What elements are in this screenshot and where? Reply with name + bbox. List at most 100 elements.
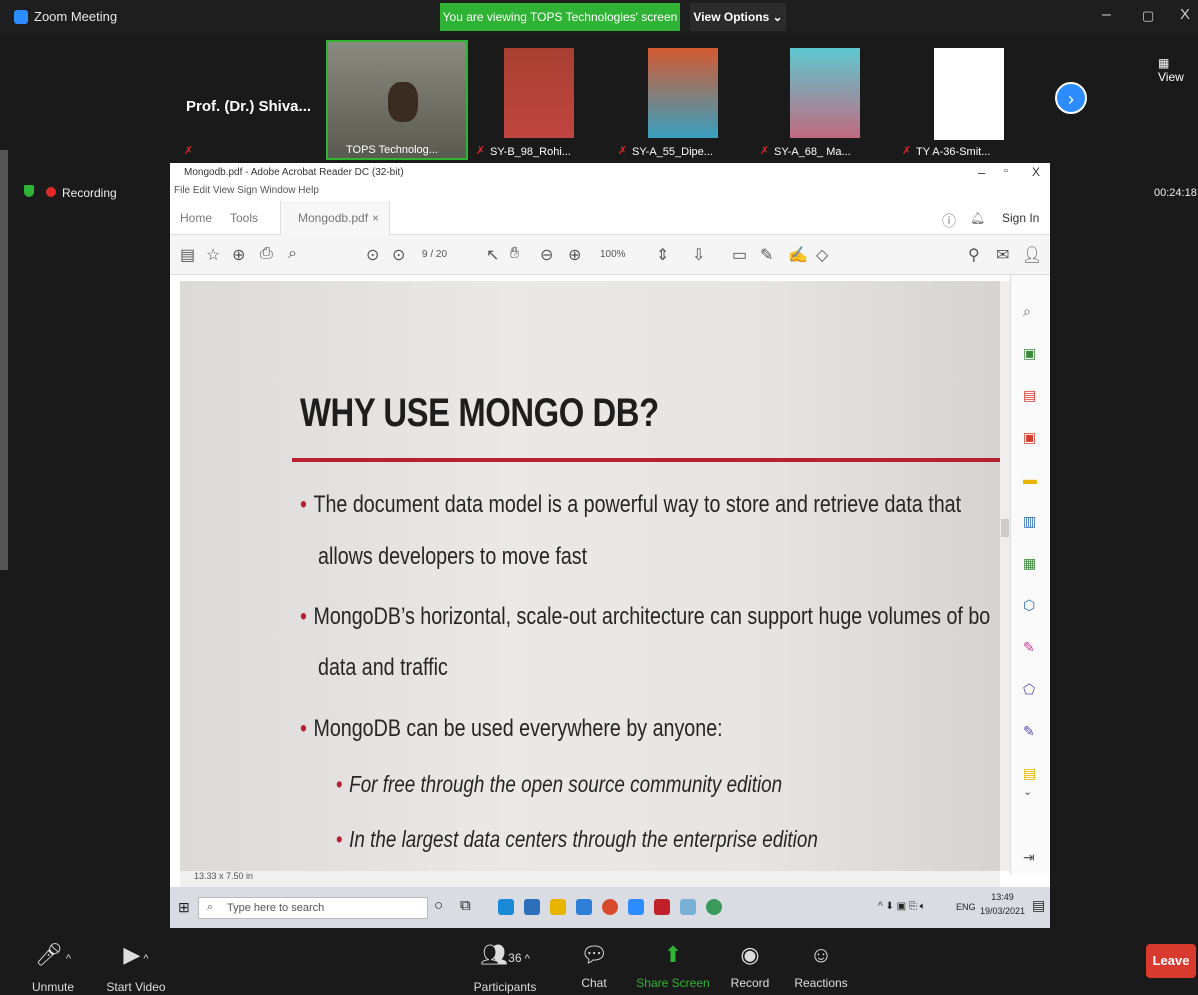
page-up-icon[interactable]: ⊙: [366, 245, 379, 265]
search-icon: ⌕: [207, 901, 214, 913]
print-icon[interactable]: ⎙: [260, 245, 273, 263]
zoom-taskbar-icon[interactable]: [628, 899, 644, 915]
next-participants-button[interactable]: ›: [1055, 82, 1087, 114]
participant-avatar: [504, 48, 574, 138]
acrobat-maximize-icon[interactable]: ▫: [1004, 165, 1008, 177]
fill-sign-icon[interactable]: ✎: [1023, 639, 1035, 656]
share-link-icon[interactable]: ⚲: [968, 245, 980, 265]
compress-icon[interactable]: ▦: [1023, 555, 1036, 572]
scroll-mode-icon[interactable]: ⇩: [692, 245, 705, 265]
chat-button[interactable]: 💬︎ Chat: [574, 942, 614, 990]
sign-in-link[interactable]: Sign In: [1002, 211, 1039, 225]
acrobat-taskbar-icon[interactable]: [654, 899, 670, 915]
shared-screen[interactable]: Mongodb.pdf - Adobe Acrobat Reader DC (3…: [170, 163, 1050, 928]
task-view-icon[interactable]: ⧉: [460, 897, 471, 914]
acrobat-close-icon[interactable]: X: [1032, 165, 1040, 179]
left-scroll-rail[interactable]: [0, 150, 8, 570]
edge-icon[interactable]: [498, 899, 514, 915]
reactions-button[interactable]: ☺ Reactions: [792, 942, 850, 990]
stamp-tool-icon[interactable]: ▤: [1023, 765, 1036, 782]
create-pdf-icon[interactable]: ▣: [1023, 429, 1036, 446]
acrobat-minimize-icon[interactable]: –: [978, 165, 985, 180]
comment-tool-icon[interactable]: ▬: [1023, 471, 1037, 487]
leave-button[interactable]: Leave: [1146, 944, 1196, 978]
acrobat-tools-panel: ⌕ ▣ ▤ ▣ ▬ ▥ ▦ ⬡ ✎ ⬠ ✎ ▤ ⌄ ⇥: [1010, 275, 1050, 875]
tab-close-icon[interactable]: ×: [372, 211, 379, 225]
page-down-icon[interactable]: ⊙: [392, 245, 405, 265]
chrome-icon[interactable]: [602, 899, 618, 915]
tab-tools[interactable]: Tools: [230, 211, 258, 225]
cortana-icon[interactable]: ○: [434, 897, 443, 914]
comment-icon[interactable]: ▭: [732, 245, 747, 265]
participant-tile[interactable]: ✗ SY-B_98_Rohi...: [472, 40, 612, 160]
file-explorer-icon[interactable]: [550, 899, 566, 915]
app2-taskbar-icon[interactable]: [706, 899, 722, 915]
shield-tool-icon[interactable]: ⬠: [1023, 681, 1035, 698]
participant-label: TOPS Technolog...: [346, 144, 438, 156]
recording-indicator[interactable]: Recording: [24, 185, 117, 200]
bell-icon[interactable]: 🔔︎: [970, 211, 985, 225]
taskbar-search-input[interactable]: ⌕ Type here to search: [198, 897, 428, 919]
recording-label: Recording: [62, 186, 117, 200]
zoom-level-select[interactable]: 100%: [600, 249, 626, 260]
share-screen-button[interactable]: ⬆ Share Screen: [636, 942, 710, 990]
view-options-button[interactable]: View Options ⌄: [690, 3, 786, 31]
organize-pages-icon[interactable]: ▤: [1023, 387, 1036, 404]
app-taskbar-icon[interactable]: [680, 899, 696, 915]
page-indicator[interactable]: 9 / 20: [422, 249, 447, 260]
chevron-down-icon[interactable]: ⌄: [1023, 785, 1032, 798]
minimize-icon[interactable]: –: [1102, 6, 1111, 24]
collapse-panel-icon[interactable]: ⇥: [1023, 849, 1035, 866]
hand-icon[interactable]: ✋︎: [510, 245, 519, 263]
language-indicator[interactable]: ENG: [956, 902, 976, 912]
taskbar-clock[interactable]: 13:49 19/03/2021: [980, 890, 1025, 918]
participant-label: SY-A_55_Dipe...: [632, 146, 713, 158]
scan-icon[interactable]: ▥: [1023, 513, 1036, 530]
export-pdf-icon[interactable]: ▣: [1023, 345, 1036, 362]
upload-icon[interactable]: ⊕: [232, 245, 245, 265]
edit-pen-icon[interactable]: ✎: [1023, 723, 1035, 740]
scroll-thumb[interactable]: [1001, 519, 1009, 537]
fit-page-icon[interactable]: ⇕: [656, 245, 669, 265]
pdf-page[interactable]: WHY USE MONGO DB? • The document data mod…: [180, 281, 1012, 871]
close-icon[interactable]: X: [1180, 6, 1190, 23]
participant-label: TY A-36-Smit...: [916, 146, 991, 158]
start-video-button[interactable]: ▶︎ ^ Start Video: [104, 942, 168, 994]
create-icon[interactable]: ▤: [180, 245, 195, 265]
sign-icon[interactable]: ✍: [788, 245, 808, 265]
unmute-label: Unmute: [31, 980, 75, 994]
record-button[interactable]: ◉ Record: [728, 942, 772, 990]
email-icon[interactable]: ✉: [996, 245, 1009, 265]
add-user-icon[interactable]: 👤︎: [1022, 245, 1042, 265]
participant-tile[interactable]: ✗ TY A-36-Smit...: [898, 40, 1038, 160]
select-cursor-icon[interactable]: ↖: [486, 245, 499, 265]
unmute-button[interactable]: 🎤︎ ^ Unmute: [28, 942, 78, 994]
participant-tile[interactable]: Prof. (Dr.) Shiva... ✗: [180, 40, 320, 160]
help-icon[interactable]: ⓘ: [942, 211, 956, 231]
search-icon[interactable]: ⌕: [288, 245, 297, 263]
stamp-icon[interactable]: ◇: [816, 245, 828, 265]
zoom-search-icon[interactable]: ⌕: [1023, 303, 1031, 320]
participants-button[interactable]: 👥︎36 ^ Participants: [470, 942, 540, 994]
notification-icon[interactable]: ▤: [1032, 897, 1045, 914]
highlight-pen-icon[interactable]: ✎: [760, 245, 773, 265]
participant-video: [388, 82, 418, 122]
participant-tile[interactable]: TOPS Technolog...: [326, 40, 468, 160]
windows-start-icon[interactable]: ⊞: [178, 899, 190, 916]
bookmark-star-icon[interactable]: ☆: [206, 245, 220, 265]
tab-home[interactable]: Home: [180, 211, 212, 225]
participant-tile[interactable]: ✗ SY-A_55_Dipe...: [614, 40, 754, 160]
system-tray-icons[interactable]: ^ ⬇ ▣ ⎘ 🔈︎: [878, 901, 926, 912]
protect-icon[interactable]: ⬡: [1023, 597, 1035, 614]
zoom-out-icon[interactable]: ⊖: [540, 245, 553, 265]
zoom-in-icon[interactable]: ⊕: [568, 245, 581, 265]
viewing-banner: You are viewing TOPS Technologies' scree…: [440, 3, 680, 31]
participant-tile[interactable]: ✗ SY-A_68_ Ma...: [756, 40, 896, 160]
vertical-scrollbar[interactable]: [1000, 281, 1010, 871]
store-icon[interactable]: [524, 899, 540, 915]
grid-icon: ▦: [1158, 56, 1170, 70]
acrobat-menu-bar[interactable]: File Edit View Sign Window Help: [170, 183, 1050, 201]
vscode-icon[interactable]: [576, 899, 592, 915]
view-button[interactable]: ▦ View: [1158, 56, 1198, 84]
maximize-icon[interactable]: ▢: [1142, 8, 1154, 24]
